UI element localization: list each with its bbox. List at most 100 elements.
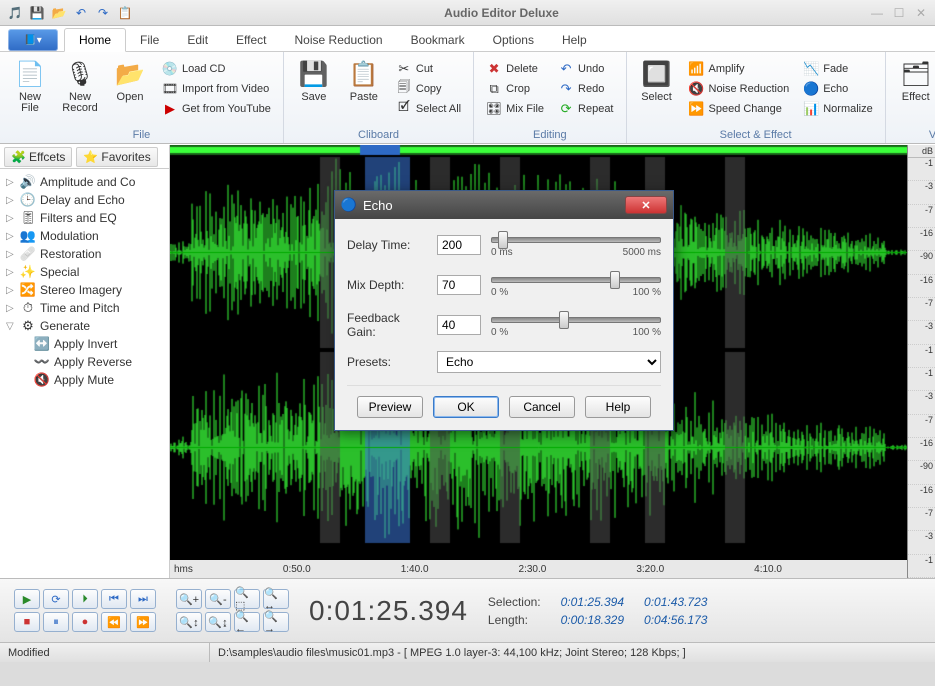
record-button[interactable]: ● bbox=[72, 612, 98, 632]
tab-file[interactable]: File bbox=[126, 29, 173, 51]
normalize-button[interactable]: 📊Normalize bbox=[799, 100, 877, 118]
tab-bookmark[interactable]: Bookmark bbox=[397, 29, 479, 51]
dlg-row-input[interactable] bbox=[437, 315, 481, 335]
qat-redo-icon[interactable]: ↷ bbox=[94, 4, 112, 22]
tree-item[interactable]: ▷✨Special bbox=[4, 263, 165, 281]
zoom-left-button[interactable]: 🔍← bbox=[234, 612, 260, 632]
ok-button[interactable]: OK bbox=[433, 396, 499, 418]
zoom-v-in-button[interactable]: 🔍↕ bbox=[176, 612, 202, 632]
tree-item[interactable]: ▷👥Modulation bbox=[4, 227, 165, 245]
noise-reduction-button[interactable]: 🔇Noise Reduction bbox=[685, 80, 794, 98]
copy-icon: 🗐 bbox=[396, 81, 412, 97]
open-button[interactable]: 📂Open bbox=[108, 56, 152, 105]
prev-button[interactable]: ⏪ bbox=[101, 612, 127, 632]
status-bar: Modified D:\samples\audio files\music01.… bbox=[0, 642, 935, 662]
echo-button[interactable]: 🔵Echo bbox=[799, 80, 877, 98]
dlg-row-slider[interactable]: 0 ms5000 ms bbox=[491, 231, 661, 259]
get-youtube-button[interactable]: ▶Get from YouTube bbox=[158, 100, 275, 118]
effect-panel-button[interactable]: 🗂Effect bbox=[894, 56, 935, 105]
new-file-button[interactable]: 📄New File bbox=[8, 56, 52, 116]
crop-button[interactable]: ⧉Crop bbox=[482, 80, 548, 98]
star-icon: ⭐ bbox=[83, 150, 98, 164]
tab-noise-reduction[interactable]: Noise Reduction bbox=[281, 29, 397, 51]
zoom-in-button[interactable]: 🔍+ bbox=[176, 589, 202, 609]
tab-options[interactable]: Options bbox=[479, 29, 548, 51]
tree-item[interactable]: ↔️Apply Invert bbox=[4, 335, 165, 353]
copy-button[interactable]: 🗐Copy bbox=[392, 80, 465, 98]
tab-edit[interactable]: Edit bbox=[173, 29, 222, 51]
qat-record-icon[interactable]: 📋 bbox=[116, 4, 134, 22]
tree-item[interactable]: ▷🕒Delay and Echo bbox=[4, 191, 165, 209]
video-icon: 🎞 bbox=[162, 81, 178, 97]
zoom-fit-button[interactable]: 🔍↔ bbox=[263, 589, 289, 609]
qat-open-icon[interactable]: 📂 bbox=[50, 4, 68, 22]
qat-save-icon[interactable]: 💾 bbox=[28, 4, 46, 22]
paste-button[interactable]: 📋Paste bbox=[342, 56, 386, 105]
sidebar-tab-favorites[interactable]: ⭐Favorites bbox=[76, 147, 157, 167]
presets-select[interactable]: Echo bbox=[437, 351, 661, 373]
effects-icon: 🧩 bbox=[11, 150, 26, 164]
dlg-row-input[interactable] bbox=[437, 235, 481, 255]
tree-item[interactable]: 🔇Apply Mute bbox=[4, 371, 165, 389]
amplify-icon: 📶 bbox=[689, 61, 705, 77]
tree-item[interactable]: ▽⚙Generate bbox=[4, 317, 165, 335]
loop-button[interactable]: ⟳ bbox=[43, 589, 69, 609]
play-button[interactable]: ▶ bbox=[14, 589, 40, 609]
zoom-out-button[interactable]: 🔍- bbox=[205, 589, 231, 609]
help-button[interactable]: Help bbox=[585, 396, 651, 418]
ribbon: 📄New File 🎙New Record 📂Open 💿Load CD 🎞Im… bbox=[0, 52, 935, 144]
tree-item[interactable]: 〰️Apply Reverse bbox=[4, 353, 165, 371]
redo-button[interactable]: ↷Redo bbox=[554, 80, 617, 98]
dlg-row-slider[interactable]: 0 %100 % bbox=[491, 271, 661, 299]
undo-icon: ↶ bbox=[558, 61, 574, 77]
import-video-button[interactable]: 🎞Import from Video bbox=[158, 80, 275, 98]
speed-change-button[interactable]: ⏩Speed Change bbox=[685, 100, 794, 118]
tree-item[interactable]: ▷🔊Amplitude and Co bbox=[4, 173, 165, 191]
new-record-button[interactable]: 🎙New Record bbox=[58, 56, 102, 116]
tab-effect[interactable]: Effect bbox=[222, 29, 280, 51]
redo-icon: ↷ bbox=[558, 81, 574, 97]
dlg-row-input[interactable] bbox=[437, 275, 481, 295]
cut-button[interactable]: ✂Cut bbox=[392, 60, 465, 78]
tree-item[interactable]: ▷🎚Filters and EQ bbox=[4, 209, 165, 227]
tree-item[interactable]: ▷🩹Restoration bbox=[4, 245, 165, 263]
fade-button[interactable]: 📉Fade bbox=[799, 60, 877, 78]
preview-button[interactable]: Preview bbox=[357, 396, 423, 418]
tree-item[interactable]: ▷🔀Stereo Imagery bbox=[4, 281, 165, 299]
zoom-right-button[interactable]: 🔍→ bbox=[263, 612, 289, 632]
amplify-button[interactable]: 📶Amplify bbox=[685, 60, 794, 78]
sidebar: 🧩Effcets ⭐Favorites ▷🔊Amplitude and Co▷🕒… bbox=[0, 145, 170, 578]
rewind-button[interactable]: ⏮ bbox=[101, 589, 127, 609]
dialog-close-button[interactable]: ✕ bbox=[625, 196, 667, 214]
forward-button[interactable]: ⏭ bbox=[130, 589, 156, 609]
next-button[interactable]: ⏩ bbox=[130, 612, 156, 632]
tab-help[interactable]: Help bbox=[548, 29, 601, 51]
open-folder-icon: 📂 bbox=[114, 58, 146, 90]
load-cd-button[interactable]: 💿Load CD bbox=[158, 60, 275, 78]
maximize-button[interactable]: ☐ bbox=[891, 5, 907, 21]
dialog-titlebar[interactable]: 🔵 Echo ✕ bbox=[335, 191, 673, 219]
close-button[interactable]: ✕ bbox=[913, 5, 929, 21]
mix-button[interactable]: 🎛Mix File bbox=[482, 100, 548, 118]
delete-button[interactable]: ✖Delete bbox=[482, 60, 548, 78]
tab-home[interactable]: Home bbox=[64, 28, 126, 52]
stop-button[interactable]: ■ bbox=[14, 612, 40, 632]
zoom-sel-button[interactable]: 🔍⬚ bbox=[234, 589, 260, 609]
repeat-button[interactable]: ⟳Repeat bbox=[554, 100, 617, 118]
dlg-row-slider[interactable]: 0 %100 % bbox=[491, 311, 661, 339]
app-menu-button[interactable]: 📘▾ bbox=[8, 29, 58, 51]
tree-item[interactable]: ▷⏱Time and Pitch bbox=[4, 299, 165, 317]
zoom-v-out-button[interactable]: 🔍↨ bbox=[205, 612, 231, 632]
cancel-button[interactable]: Cancel bbox=[509, 396, 575, 418]
minimize-button[interactable]: — bbox=[869, 5, 885, 21]
dlg-row-label: Feedback Gain: bbox=[347, 311, 427, 339]
qat-undo-icon[interactable]: ↶ bbox=[72, 4, 90, 22]
pause-button[interactable]: ⏸ bbox=[43, 612, 69, 632]
undo-button[interactable]: ↶Undo bbox=[554, 60, 617, 78]
save-button[interactable]: 💾Save bbox=[292, 56, 336, 105]
select-all-button[interactable]: 🗹Select All bbox=[392, 100, 465, 118]
select-button[interactable]: 🔲Select bbox=[635, 56, 679, 105]
noise-icon: 🔇 bbox=[689, 81, 705, 97]
play-sel-button[interactable]: ⏵ bbox=[72, 589, 98, 609]
sidebar-tab-effects[interactable]: 🧩Effcets bbox=[4, 147, 72, 167]
